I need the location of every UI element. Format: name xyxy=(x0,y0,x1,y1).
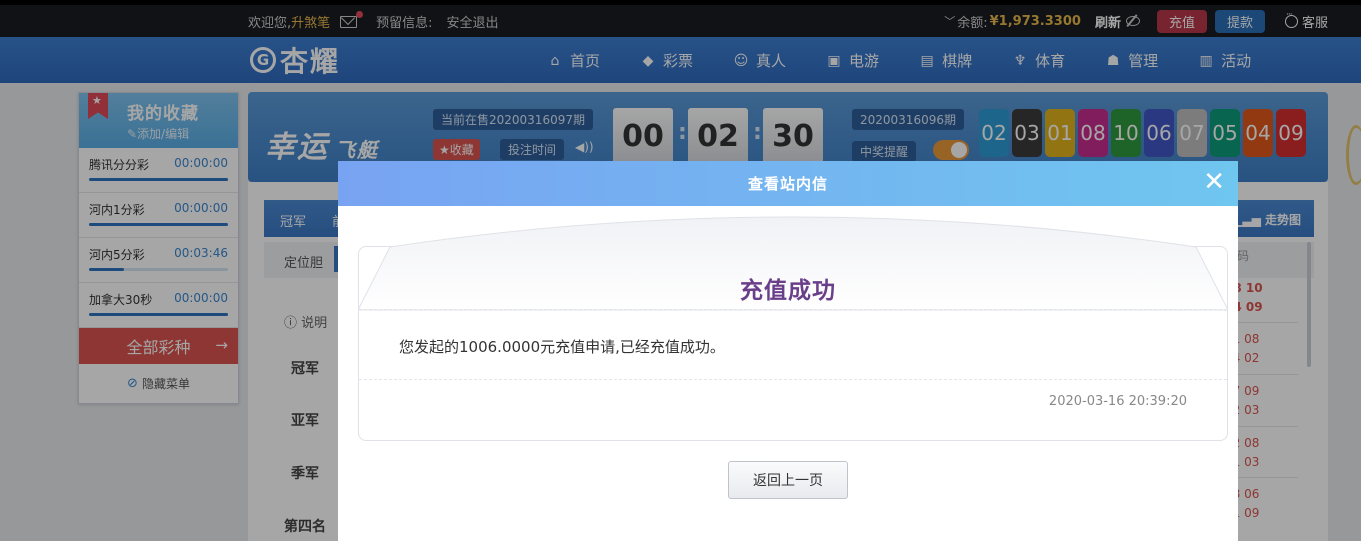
close-icon[interactable]: ✕ xyxy=(1203,168,1226,196)
modal-header-title: 查看站内信 xyxy=(747,175,828,193)
message-modal: 查看站内信 ✕ 充值成功 您发起的1006.0000元充值申请,已经充值成功。 … xyxy=(338,161,1238,541)
divider xyxy=(359,379,1227,380)
message-body: 您发起的1006.0000元充值申请,已经充值成功。 xyxy=(399,338,725,356)
message-date: 2020-03-16 20:39:20 xyxy=(1048,394,1187,409)
modal-header: 查看站内信 ✕ xyxy=(338,161,1238,206)
back-button[interactable]: 返回上一页 xyxy=(728,461,848,499)
divider xyxy=(359,309,1227,310)
message-title: 充值成功 xyxy=(740,278,836,304)
